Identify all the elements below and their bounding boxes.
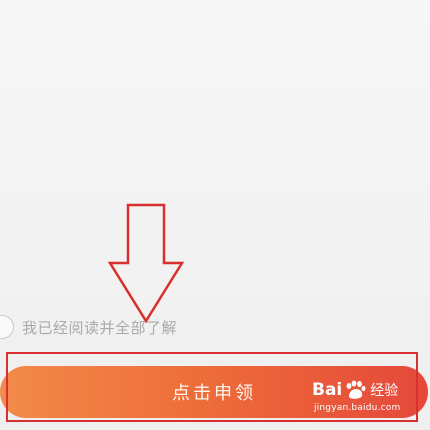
agreement-radio[interactable] <box>0 315 14 339</box>
agreement-row[interactable]: 我已经阅读并全部了解 <box>0 312 177 342</box>
baidu-jingyan-watermark: Bai 经验 jingyan.baidu.com <box>300 372 412 420</box>
baidu-paw-icon <box>346 380 366 399</box>
watermark-brand-right: 经验 <box>370 383 399 399</box>
watermark-brand-left: Bai <box>312 380 343 400</box>
down-arrow-icon <box>107 203 185 324</box>
content-area <box>0 0 430 300</box>
agreement-label: 我已经阅读并全部了解 <box>22 318 178 337</box>
watermark-logo: Bai 经验 <box>312 380 398 400</box>
watermark-url: jingyan.baidu.com <box>314 403 401 413</box>
page: 我已经阅读并全部了解 点击申领 Bai 经验 jingyan.baidu.com <box>0 0 430 430</box>
